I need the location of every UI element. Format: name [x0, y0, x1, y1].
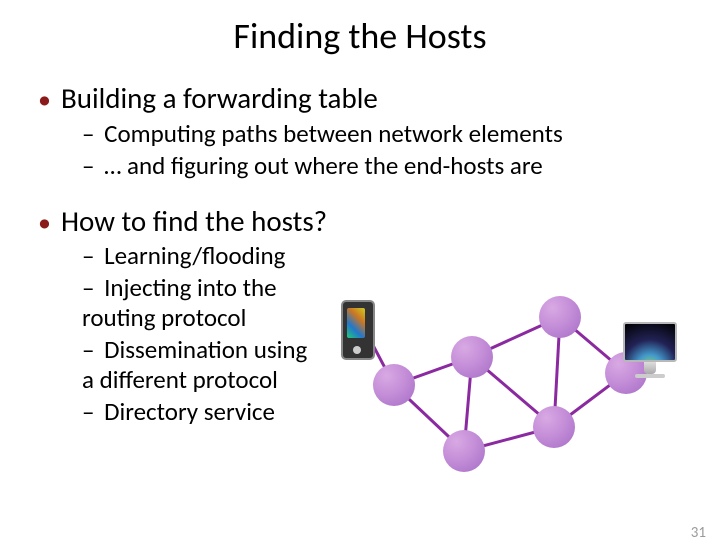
- dash-icon: –: [82, 396, 94, 427]
- bullet-2-text: How to find the hosts?: [61, 203, 327, 239]
- bullet-dot-icon: •: [38, 83, 51, 115]
- dash-icon: –: [82, 240, 94, 271]
- subbullet-1-1-text: Computing paths between network elements: [104, 118, 563, 149]
- network-node: [373, 364, 415, 406]
- subbullet-2-4-text: Directory service: [104, 396, 275, 427]
- smartphone-icon: [341, 300, 375, 360]
- subbullet-1-2: – … and figuring out where the end-hosts…: [38, 150, 700, 181]
- subbullet-2-1-text: Learning/flooding: [104, 240, 285, 271]
- desktop-computer-icon: [623, 322, 677, 382]
- subbullet-2-4: – Directory service: [38, 397, 318, 428]
- subbullet-2-2: – Injecting into the routing protocol: [38, 273, 318, 334]
- bullet-2: • How to find the hosts?: [38, 203, 700, 239]
- network-node: [539, 296, 581, 338]
- network-node: [451, 336, 493, 378]
- dash-icon: –: [82, 334, 94, 365]
- subbullet-1-2-text: … and figuring out where the end-hosts a…: [104, 150, 543, 181]
- bullet-1: • Building a forwarding table: [38, 80, 700, 116]
- subbullet-2-3-text: Dissemination using a different protocol: [82, 334, 307, 396]
- page-number: 31: [691, 524, 706, 542]
- network-diagram: [345, 280, 665, 500]
- network-node: [443, 430, 485, 472]
- subbullet-1-1: – Computing paths between network elemen…: [38, 118, 700, 149]
- dash-icon: –: [82, 150, 94, 181]
- bullet-dot-icon: •: [38, 206, 51, 238]
- dash-icon: –: [82, 272, 94, 303]
- bullet-1-text: Building a forwarding table: [61, 80, 378, 116]
- dash-icon: –: [82, 118, 94, 149]
- subbullet-2-3: – Dissemination using a different protoc…: [38, 335, 318, 396]
- network-node: [533, 406, 575, 448]
- slide-title: Finding the Hosts: [0, 14, 720, 58]
- subbullet-2-1: – Learning/flooding: [38, 241, 318, 272]
- subbullet-2-2-text: Injecting into the routing protocol: [82, 272, 277, 334]
